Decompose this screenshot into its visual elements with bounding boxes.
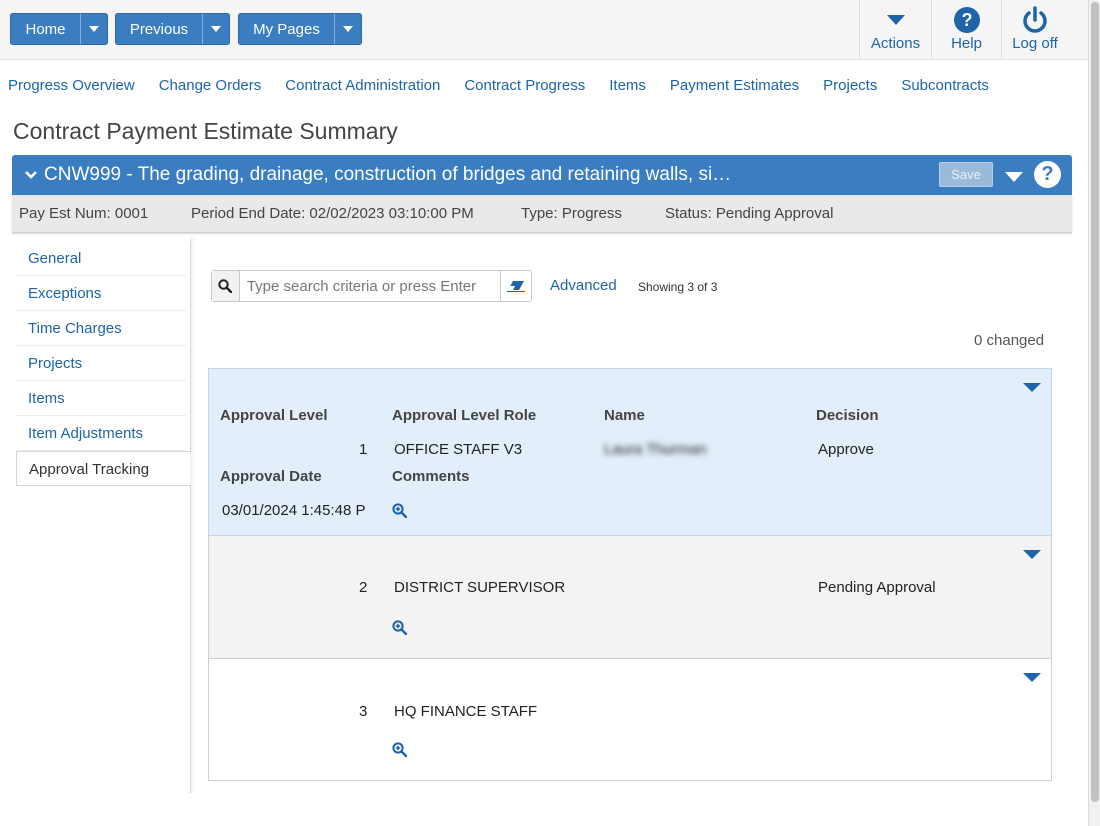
approval-date-value: 03/01/2024 1:45:48 P [222,502,366,519]
sidebar-item-projects[interactable]: Projects [16,346,186,381]
caret-down-icon [886,6,906,34]
approval-role-value: OFFICE STAFF V3 [394,441,523,458]
nav-link-projects[interactable]: Projects [823,77,877,97]
top-toolbar: Home Previous My Pages Actions ? Help Lo… [0,0,1088,60]
clear-search-button[interactable] [500,271,531,301]
zoom-in-icon[interactable] [392,620,408,640]
changed-count: 0 changed [974,332,1045,349]
sidebar-divider [190,237,196,793]
row-menu-caret-icon[interactable] [1023,383,1041,392]
estimate-status: Status: Pending Approval [665,205,834,222]
nav-link-change-orders[interactable]: Change Orders [159,77,262,97]
estimate-type: Type: Progress [521,205,622,222]
period-end-date: Period End Date: 02/02/2023 03:10:00 PM [191,205,474,222]
advanced-search-link[interactable]: Advanced [550,277,617,294]
chevron-down-icon [343,26,353,32]
save-button[interactable]: Save [939,162,993,187]
module-nav: Progress Overview Change Orders Contract… [8,77,1013,97]
home-button[interactable]: Home [10,13,80,45]
scrollbar-thumb[interactable] [1091,2,1099,802]
eraser-icon [507,281,526,292]
approval-role-value: DISTRICT SUPERVISOR [394,579,566,596]
search-input[interactable] [239,271,501,301]
section-sidebar: General Exceptions Time Charges Projects… [16,241,191,793]
nav-link-contract-progress[interactable]: Contract Progress [464,77,585,97]
row-menu-caret-icon[interactable] [1023,673,1041,682]
sidebar-item-general[interactable]: General [16,241,186,276]
approval-role-value: HQ FINANCE STAFF [394,703,538,720]
approval-list: Approval Level Approval Level Role Name … [208,368,1052,781]
home-menu-caret[interactable] [80,13,108,45]
my-pages-button[interactable]: My Pages [238,13,334,45]
comments-header: Comments [392,468,470,485]
previous-button[interactable]: Previous [115,13,202,45]
sidebar-item-approval-tracking[interactable]: Approval Tracking [16,451,191,486]
zoom-in-icon[interactable] [392,503,408,523]
nav-link-subcontracts[interactable]: Subcontracts [901,77,989,97]
decision-value: Pending Approval [818,579,936,596]
nav-link-progress-overview[interactable]: Progress Overview [8,77,135,97]
header-help-icon[interactable]: ? [1034,161,1061,188]
approval-date-header: Approval Date [220,468,322,485]
approval-level-value: 2 [359,579,368,596]
nav-link-items[interactable]: Items [609,77,646,97]
estimate-info-bar: Pay Est Num: 0001 Period End Date: 02/02… [12,195,1072,233]
chevron-down-icon [89,26,99,32]
search-icon [218,279,233,293]
table-row[interactable]: 3 HQ FINANCE STAFF [208,659,1052,781]
result-count: Showing 3 of 3 [638,280,718,294]
contract-title: CNW999 - The grading, drainage, construc… [44,164,732,185]
approval-level-value: 3 [359,703,368,720]
zoom-in-icon[interactable] [392,742,408,762]
header-menu-caret-icon[interactable] [1005,170,1023,188]
previous-menu-caret[interactable] [202,13,230,45]
sidebar-item-time-charges[interactable]: Time Charges [16,311,186,346]
decision-header: Decision [816,407,879,424]
home-split-button: Home [10,13,108,45]
power-icon [1021,6,1049,34]
question-circle-icon: ? [953,6,981,34]
approval-level-value: 1 [359,441,368,458]
decision-value: Approve [818,441,874,458]
my-pages-split-button: My Pages [238,13,362,45]
help-button[interactable]: ? Help [931,0,1001,59]
sidebar-item-exceptions[interactable]: Exceptions [16,276,186,311]
row-menu-caret-icon[interactable] [1023,550,1041,559]
search-box [211,270,532,302]
contract-header-bar: CNW999 - The grading, drainage, construc… [12,155,1072,195]
nav-link-contract-administration[interactable]: Contract Administration [285,77,440,97]
collapse-chevron-icon[interactable] [24,167,38,185]
sidebar-item-items[interactable]: Items [16,381,186,416]
approval-level-role-header: Approval Level Role [392,407,537,424]
approver-name-value: Laura Thurman [604,441,707,458]
search-button[interactable] [212,271,240,301]
sidebar-item-item-adjustments[interactable]: Item Adjustments [16,416,186,451]
page-title: Contract Payment Estimate Summary [13,118,398,144]
previous-split-button: Previous [115,13,230,45]
table-row[interactable]: 2 DISTRICT SUPERVISOR Pending Approval [208,536,1052,659]
actions-label: Actions [870,35,921,52]
svg-text:?: ? [961,10,972,30]
my-pages-menu-caret[interactable] [334,13,362,45]
nav-link-payment-estimates[interactable]: Payment Estimates [670,77,799,97]
actions-button[interactable]: Actions [859,0,931,59]
log-off-button[interactable]: Log off [1001,0,1068,59]
name-header: Name [604,407,645,424]
log-off-label: Log off [1012,35,1058,52]
pay-est-num: Pay Est Num: 0001 [19,205,149,222]
help-label: Help [951,35,982,52]
vertical-scrollbar[interactable] [1088,0,1100,826]
chevron-down-icon [211,26,221,32]
approval-level-header: Approval Level [220,407,328,424]
table-row[interactable]: Approval Level Approval Level Role Name … [208,368,1052,536]
